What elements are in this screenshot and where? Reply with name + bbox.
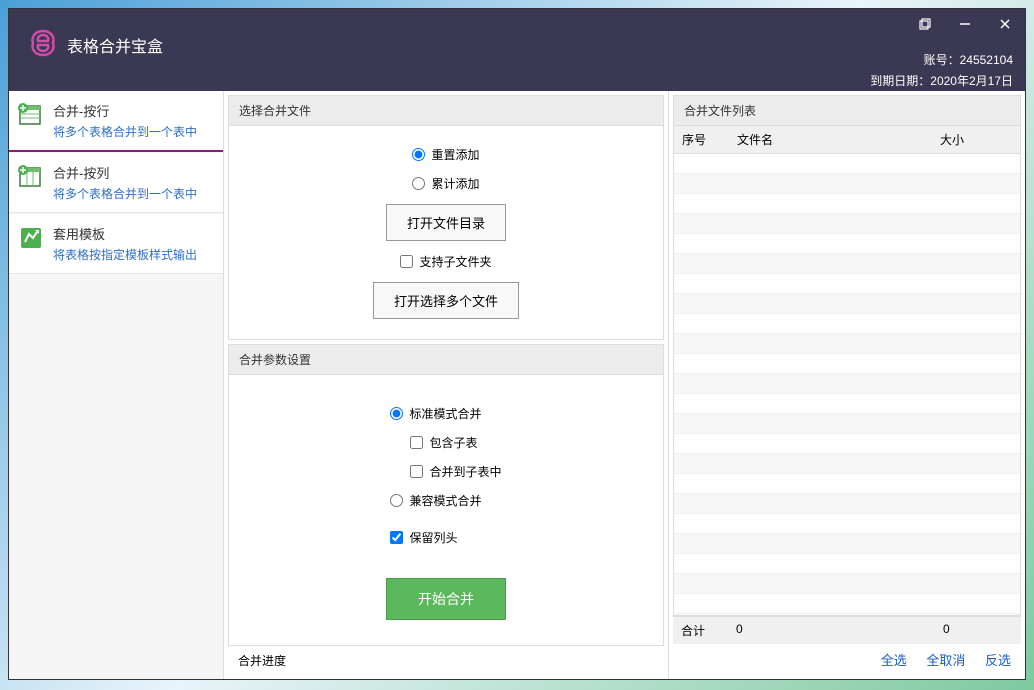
- sidebar-item-merge-cols[interactable]: 合并-按列 将多个表格合并到一个表中: [9, 153, 223, 213]
- check-keep-header[interactable]: 保留列头: [390, 529, 457, 546]
- account-number: 24552104: [960, 53, 1013, 67]
- footer-count: 0: [736, 622, 943, 639]
- table-row[interactable]: [674, 474, 1020, 494]
- file-table-body: [674, 154, 1020, 617]
- table-row[interactable]: [674, 414, 1020, 434]
- params-body: 标准模式合并 包含子表 合并到子表中 兼容模式合并: [228, 375, 664, 646]
- select-all-link[interactable]: 全选: [881, 653, 907, 668]
- check-subdir-input[interactable]: [400, 255, 413, 268]
- radio-standard-mode[interactable]: 标准模式合并: [390, 405, 481, 422]
- check-keep-header-label: 保留列头: [409, 529, 457, 546]
- footer-label: 合计: [681, 622, 736, 639]
- table-rows-icon: [17, 101, 45, 129]
- minimize-button[interactable]: [945, 9, 985, 39]
- radio-compat-mode[interactable]: 兼容模式合并: [390, 492, 481, 509]
- table-row[interactable]: [674, 554, 1020, 574]
- check-include-sub[interactable]: 包含子表: [410, 434, 477, 451]
- table-row[interactable]: [674, 594, 1020, 614]
- radio-append-input[interactable]: [412, 177, 425, 190]
- radio-compat-label: 兼容模式合并: [409, 492, 481, 509]
- file-table: 序号 文件名 大小: [674, 126, 1020, 616]
- main-content: 选择合并文件 重置添加 累计添加 打开文件目录 支持子文件夹: [224, 91, 1025, 679]
- app-title: 表格合并宝盒: [67, 33, 163, 57]
- table-row[interactable]: [674, 514, 1020, 534]
- nav-title: 套用模板: [53, 224, 215, 243]
- app-window: 表格合并宝盒 账号：24552104 到期日期：2020年2月17日: [8, 8, 1026, 680]
- table-row[interactable]: [674, 454, 1020, 474]
- radio-append-add[interactable]: 累计添加: [412, 175, 479, 192]
- account-label: 账号：: [924, 53, 960, 67]
- check-merge-to-sub-label: 合并到子表中: [429, 463, 501, 480]
- titlebar: 表格合并宝盒 账号：24552104 到期日期：2020年2月17日: [9, 9, 1025, 91]
- file-list-header: 合并文件列表: [673, 95, 1021, 126]
- check-include-sub-label: 包含子表: [429, 434, 477, 451]
- open-dir-button[interactable]: 打开文件目录: [386, 204, 506, 241]
- close-button[interactable]: [985, 9, 1025, 39]
- table-row[interactable]: [674, 294, 1020, 314]
- selection-links: 全选 全取消 反选: [673, 644, 1021, 675]
- table-row[interactable]: [674, 354, 1020, 374]
- app-logo-icon: [27, 27, 59, 59]
- file-select-body: 重置添加 累计添加 打开文件目录 支持子文件夹 打开选择多个文件: [228, 126, 664, 340]
- expiry-label: 到期日期：: [870, 74, 930, 88]
- table-row[interactable]: [674, 174, 1020, 194]
- table-row[interactable]: [674, 494, 1020, 514]
- radio-reset-input[interactable]: [412, 148, 425, 161]
- sidebar-item-merge-rows[interactable]: 合并-按行 将多个表格合并到一个表中: [9, 91, 223, 152]
- check-subdir-label: 支持子文件夹: [419, 253, 491, 270]
- left-panel: 选择合并文件 重置添加 累计添加 打开文件目录 支持子文件夹: [224, 91, 669, 679]
- table-footer: 合计 0 0: [673, 616, 1021, 644]
- progress-label: 合并进度: [228, 646, 664, 675]
- deselect-all-link[interactable]: 全取消: [926, 653, 965, 668]
- table-row[interactable]: [674, 154, 1020, 174]
- account-info: 账号：24552104 到期日期：2020年2月17日: [870, 47, 1013, 89]
- nav-desc: 将多个表格合并到一个表中: [53, 123, 215, 140]
- expiry-date: 2020年2月17日: [930, 74, 1013, 88]
- radio-reset-add[interactable]: 重置添加: [412, 146, 479, 163]
- footer-size: 0: [943, 622, 1013, 639]
- col-spacer: [1002, 126, 1020, 154]
- check-include-sub-input[interactable]: [410, 436, 423, 449]
- nav-desc: 将多个表格合并到一个表中: [53, 185, 215, 202]
- table-row[interactable]: [674, 254, 1020, 274]
- start-merge-button[interactable]: 开始合并: [386, 578, 506, 620]
- table-cols-icon: [17, 163, 45, 191]
- check-merge-to-sub-input[interactable]: [410, 465, 423, 478]
- radio-reset-label: 重置添加: [431, 146, 479, 163]
- table-row[interactable]: [674, 274, 1020, 294]
- table-row[interactable]: [674, 314, 1020, 334]
- radio-append-label: 累计添加: [431, 175, 479, 192]
- table-row[interactable]: [674, 214, 1020, 234]
- table-row[interactable]: [674, 434, 1020, 454]
- radio-standard-input[interactable]: [390, 407, 403, 420]
- table-row[interactable]: [674, 334, 1020, 354]
- table-row[interactable]: [674, 374, 1020, 394]
- check-subdir[interactable]: 支持子文件夹: [400, 253, 491, 270]
- table-row[interactable]: [674, 394, 1020, 414]
- check-keep-header-input[interactable]: [390, 531, 403, 544]
- file-table-wrap: 序号 文件名 大小: [673, 126, 1021, 616]
- nav-title: 合并-按行: [53, 101, 215, 120]
- table-row[interactable]: [674, 574, 1020, 594]
- sidebar-item-template[interactable]: 套用模板 将表格按指定模板样式输出: [9, 214, 223, 274]
- col-seq[interactable]: 序号: [674, 126, 729, 154]
- sidebar: 合并-按行 将多个表格合并到一个表中 合并-按列 将多个表格合并到一个表中: [9, 91, 224, 679]
- col-name[interactable]: 文件名: [729, 126, 932, 154]
- invert-selection-link[interactable]: 反选: [985, 653, 1011, 668]
- table-row[interactable]: [674, 534, 1020, 554]
- table-row[interactable]: [674, 194, 1020, 214]
- open-multi-button[interactable]: 打开选择多个文件: [373, 282, 519, 319]
- params-header: 合并参数设置: [228, 344, 664, 375]
- check-merge-to-sub[interactable]: 合并到子表中: [410, 463, 501, 480]
- copy-icon[interactable]: [905, 9, 945, 39]
- table-row[interactable]: [674, 234, 1020, 254]
- radio-standard-label: 标准模式合并: [409, 405, 481, 422]
- col-size[interactable]: 大小: [932, 126, 1002, 154]
- radio-compat-input[interactable]: [390, 494, 403, 507]
- right-panel: 合并文件列表 序号 文件名 大小: [669, 91, 1025, 679]
- nav-title: 合并-按列: [53, 163, 215, 182]
- nav-desc: 将表格按指定模板样式输出: [53, 246, 215, 263]
- file-select-header: 选择合并文件: [228, 95, 664, 126]
- template-icon: [17, 224, 45, 252]
